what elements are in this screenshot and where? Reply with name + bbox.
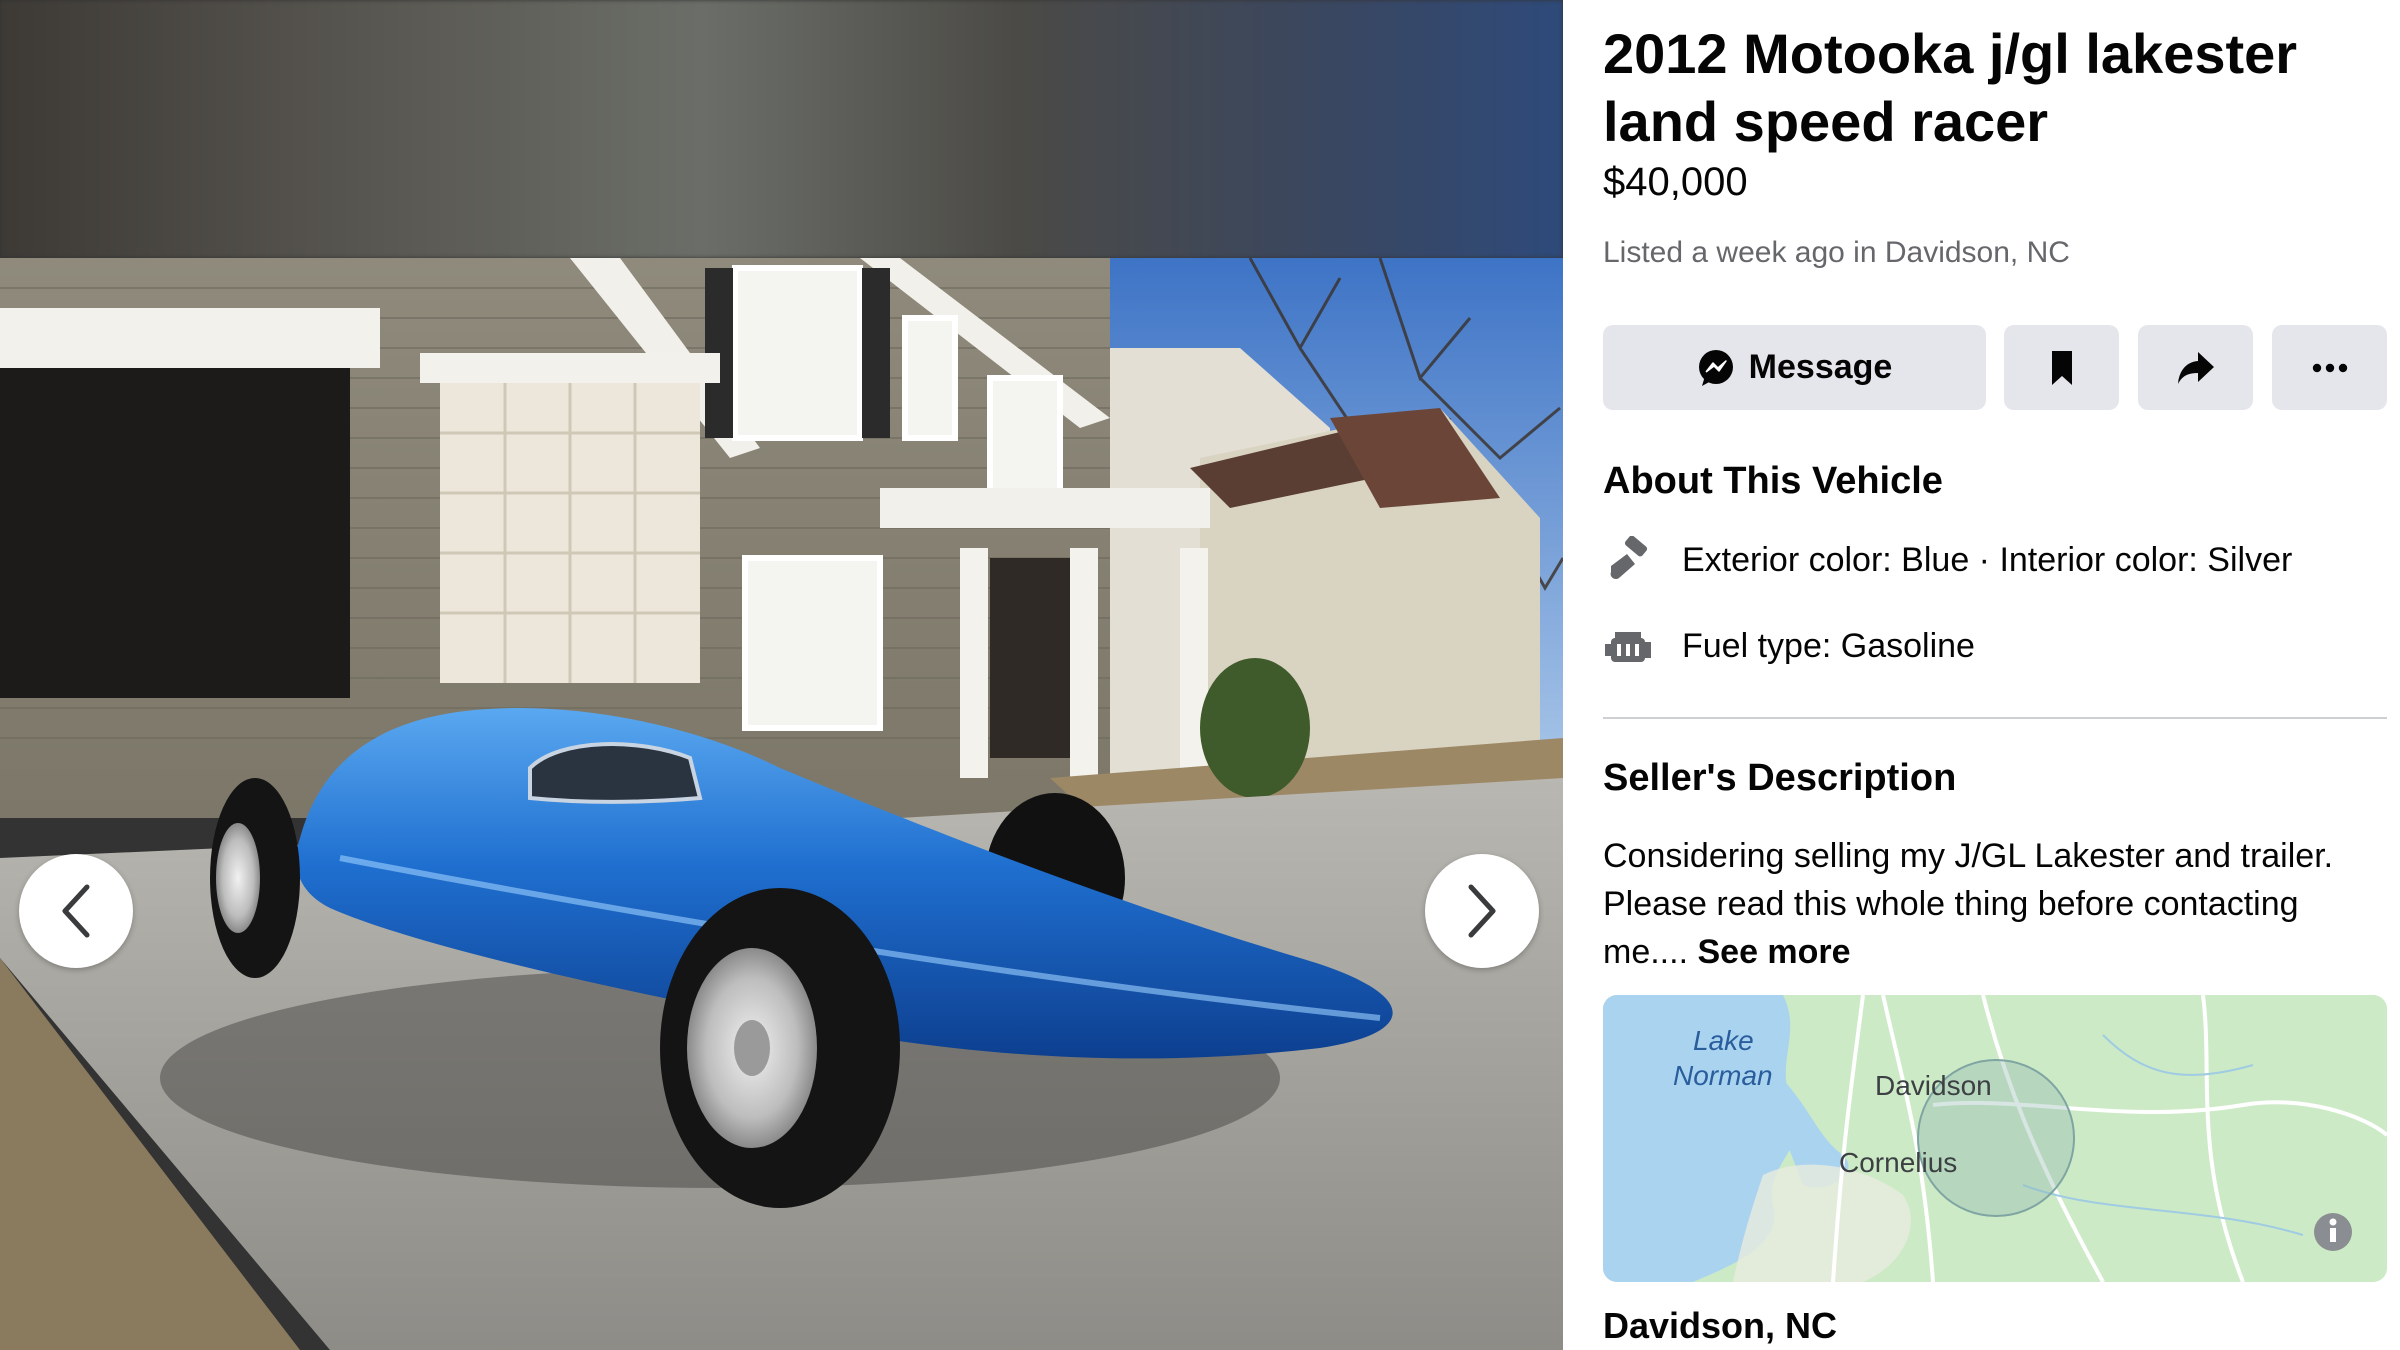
listing-title: 2012 Motooka j/gl lakester land speed ra… xyxy=(1603,22,2298,153)
photo-viewer[interactable] xyxy=(0,0,1563,1350)
previous-photo-button[interactable] xyxy=(19,854,133,968)
message-button-label: Message xyxy=(1748,348,1893,386)
map-label-davidson: Davidson xyxy=(1875,1070,1992,1101)
location-text: Davidson, NC xyxy=(1603,1305,1838,1346)
listing-price: $40,000 xyxy=(1603,160,1748,204)
messenger-icon xyxy=(1698,349,1733,386)
marketplace-listing: 2012 Motooka j/gl lakester land speed ra… xyxy=(0,0,2400,1350)
share-icon xyxy=(2177,351,2214,384)
seller-description: Considering selling my J/GL Lakester and… xyxy=(1603,832,2363,976)
seller-description-heading: Seller's Description xyxy=(1603,757,1957,799)
vehicle-color-row: Exterior color: Blue · Interior color: S… xyxy=(1603,535,2292,585)
listing-photo[interactable] xyxy=(0,258,1563,1350)
map-label-lake-line2: Norman xyxy=(1673,1060,1773,1091)
more-icon xyxy=(2312,363,2347,372)
see-more-link[interactable]: See more xyxy=(1697,933,1850,971)
vehicle-color-text: Exterior color: Blue · Interior color: S… xyxy=(1682,540,2293,579)
bookmark-icon xyxy=(2051,350,2072,385)
listed-info[interactable]: Listed a week ago in Davidson, NC xyxy=(1603,236,2070,270)
listing-details-panel: 2012 Motooka j/gl lakester land speed ra… xyxy=(1563,0,2400,1350)
next-photo-button[interactable] xyxy=(1425,854,1539,968)
map-info-icon xyxy=(2314,1213,2352,1251)
engine-icon xyxy=(1603,621,1655,671)
location-map[interactable]: Lake Norman Davidson Cornelius xyxy=(1603,995,2387,1282)
fuel-type-text: Fuel type: Gasoline xyxy=(1682,626,1975,665)
about-vehicle-heading: About This Vehicle xyxy=(1603,460,1943,502)
fuel-type-row: Fuel type: Gasoline xyxy=(1603,621,1975,671)
chevron-right-icon xyxy=(1468,884,1496,938)
save-button[interactable] xyxy=(2004,325,2119,410)
map-label-lake-line1: Lake xyxy=(1693,1025,1754,1056)
message-button[interactable]: Message xyxy=(1603,325,1986,410)
more-options-button[interactable] xyxy=(2272,325,2387,410)
section-divider xyxy=(1603,717,2387,719)
chevron-left-icon xyxy=(62,884,90,938)
paint-brush-icon xyxy=(1603,535,1655,585)
share-button[interactable] xyxy=(2138,325,2253,410)
map-label-cornelius: Cornelius xyxy=(1839,1147,1958,1178)
blurred-photo-background xyxy=(0,0,1563,258)
